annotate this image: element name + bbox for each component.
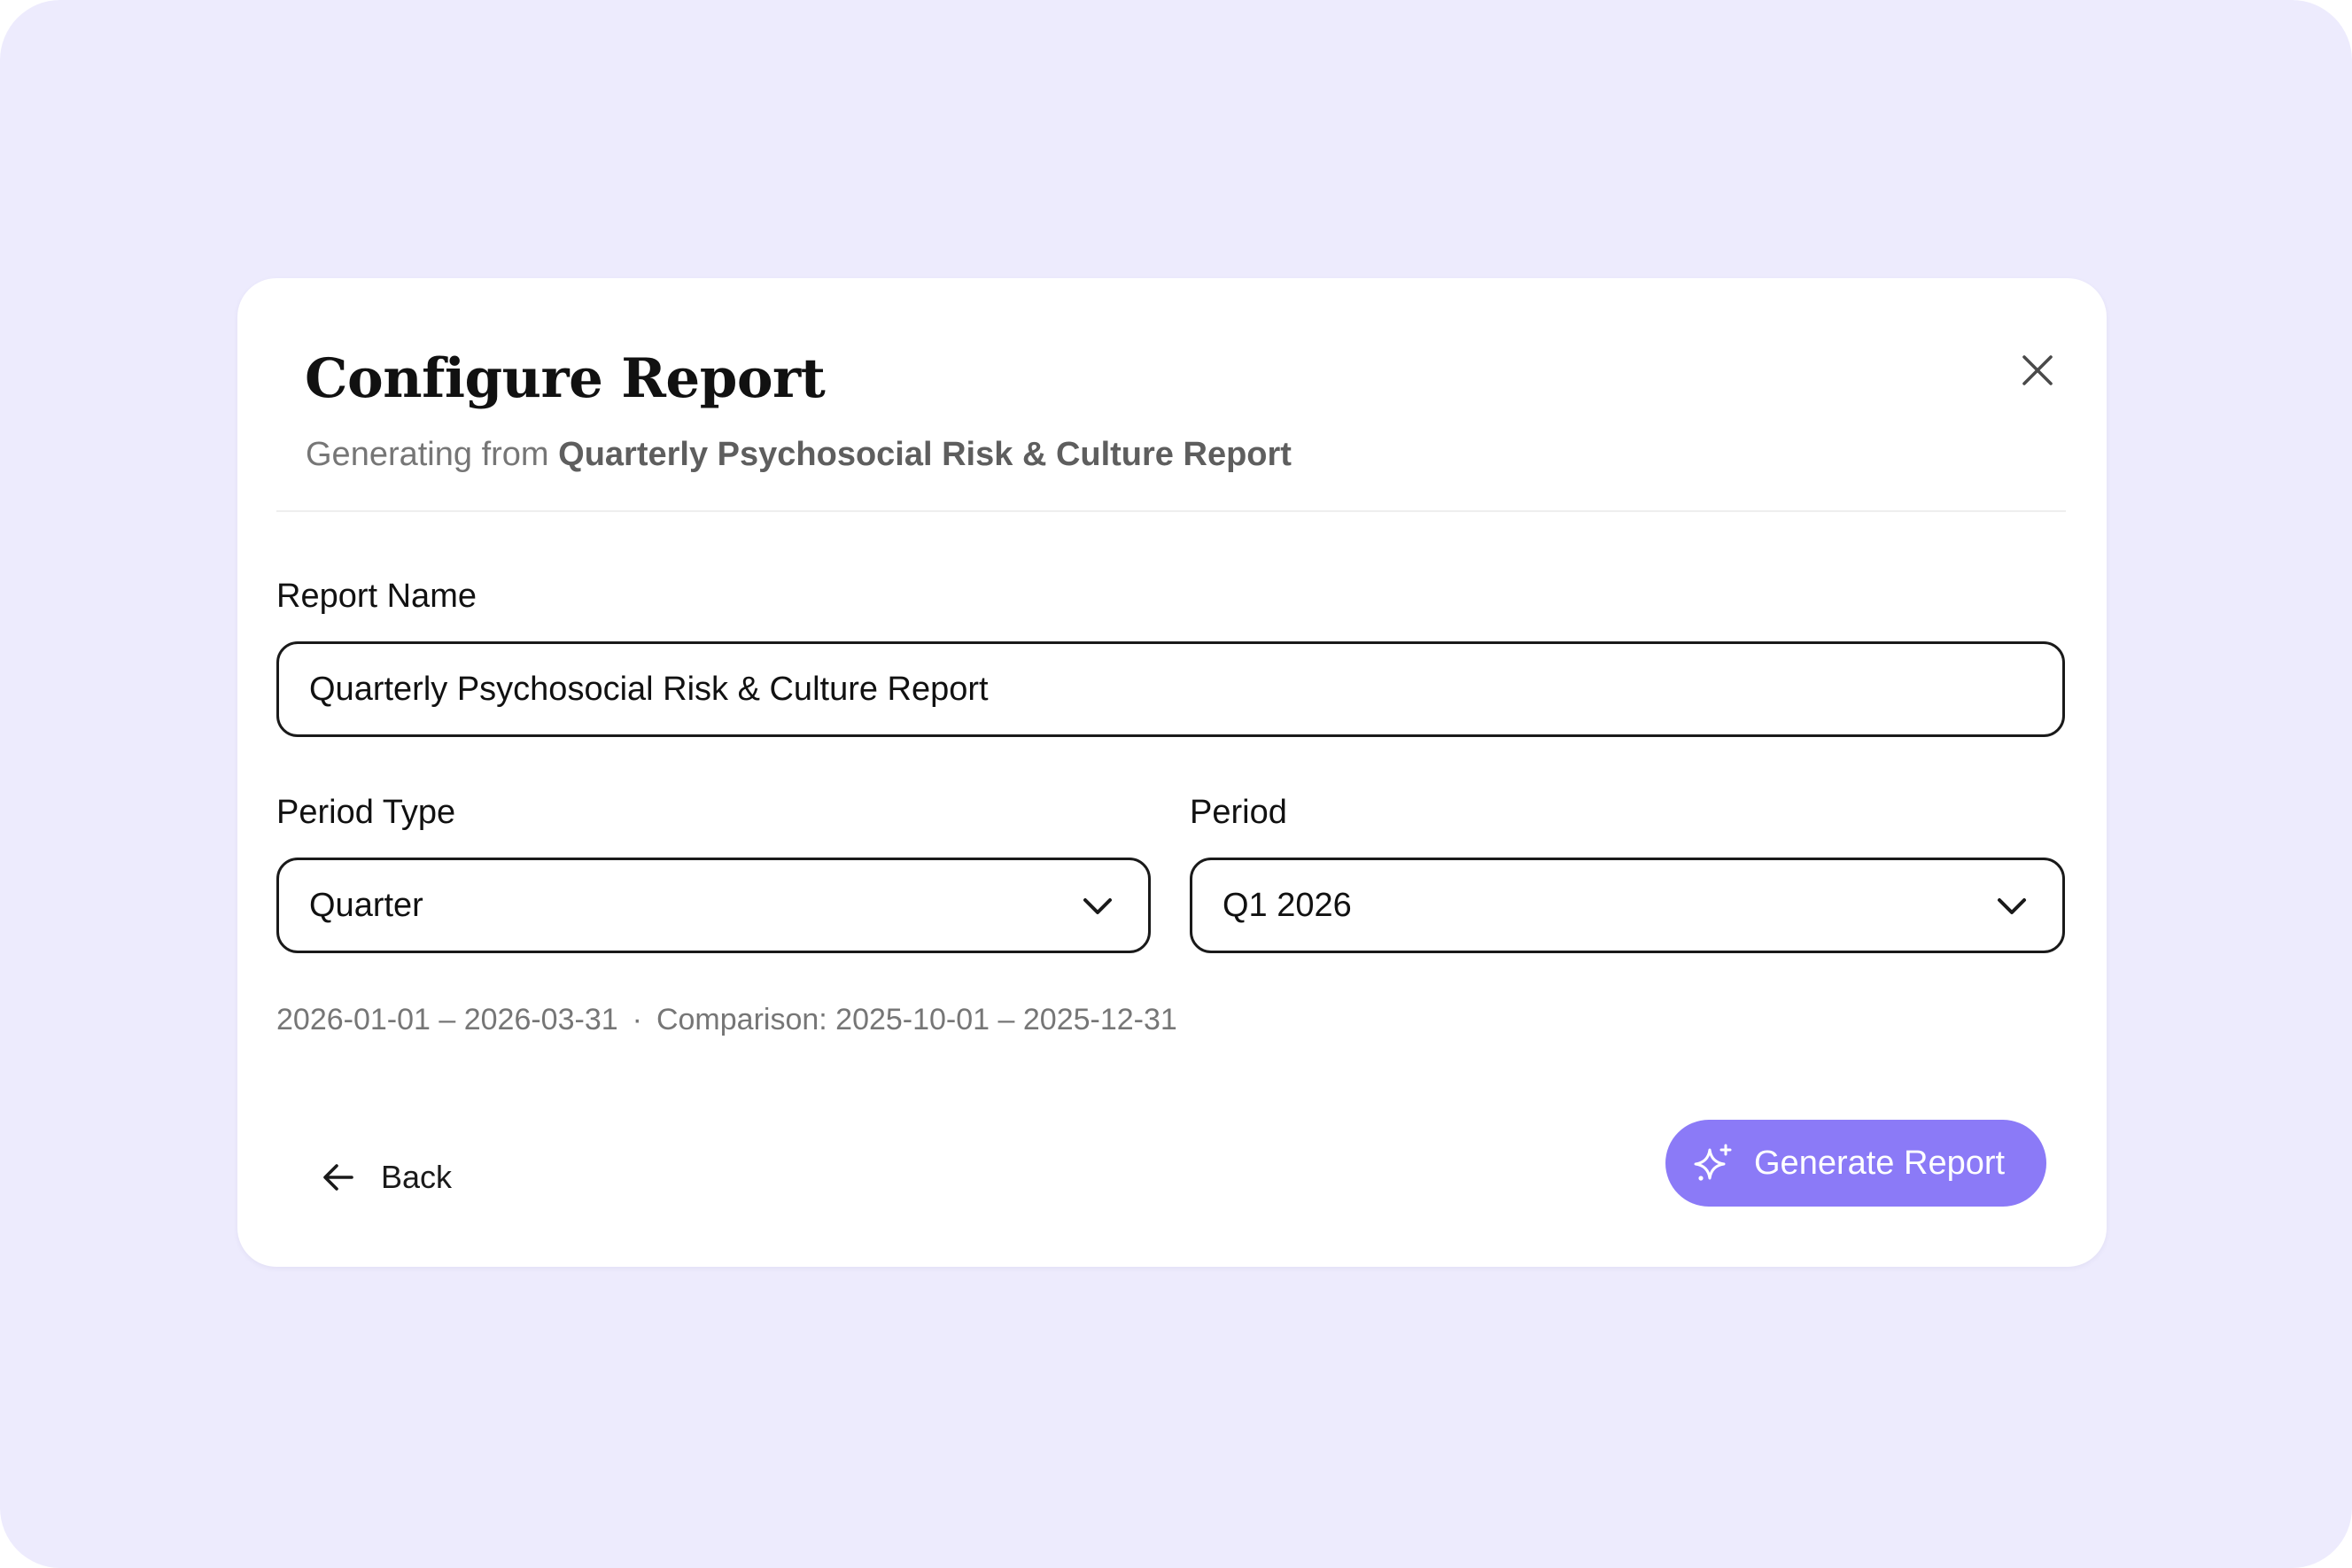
chevron-down-icon xyxy=(1083,898,1112,914)
period-type-value: Quarter xyxy=(309,887,423,924)
period-label: Period xyxy=(1190,794,1287,831)
page-backdrop: Configure Report Generating from Quarter… xyxy=(0,0,2352,1568)
report-name-label: Report Name xyxy=(276,578,477,615)
back-label: Back xyxy=(381,1159,453,1195)
period-select[interactable]: Q1 2026 xyxy=(1190,858,2065,953)
period-value: Q1 2026 xyxy=(1223,887,1352,924)
range-separator: · xyxy=(632,1003,642,1036)
sparkle-icon xyxy=(1694,1144,1732,1181)
date-range: 2026-01-01 – 2026-03-31 xyxy=(276,1003,618,1036)
close-button[interactable] xyxy=(2006,338,2069,402)
dialog-subtitle: Generating from Quarterly Psychosocial R… xyxy=(306,436,1292,474)
close-icon xyxy=(2022,355,2053,385)
configure-report-dialog: Configure Report Generating from Quarter… xyxy=(237,278,2107,1267)
arrow-left-icon xyxy=(323,1164,353,1191)
subtitle-source-name: Quarterly Psychosocial Risk & Culture Re… xyxy=(558,436,1292,473)
period-type-select[interactable]: Quarter xyxy=(276,858,1151,953)
header-divider xyxy=(276,510,2066,512)
period-range-info: 2026-01-01 – 2026-03-31 · Comparison: 2025… xyxy=(276,1003,1177,1037)
subtitle-prefix: Generating from xyxy=(306,436,549,473)
back-button[interactable]: Back xyxy=(322,1137,452,1217)
generate-report-label: Generate Report xyxy=(1754,1144,2006,1182)
chevron-down-icon xyxy=(1998,898,2026,914)
period-type-label: Period Type xyxy=(276,794,456,831)
dialog-title: Configure Report xyxy=(305,347,826,410)
report-name-input[interactable] xyxy=(276,641,2065,737)
comparison-range: Comparison: 2025-10-01 – 2025-12-31 xyxy=(656,1003,1177,1036)
generate-report-button[interactable]: Generate Report xyxy=(1665,1120,2046,1207)
